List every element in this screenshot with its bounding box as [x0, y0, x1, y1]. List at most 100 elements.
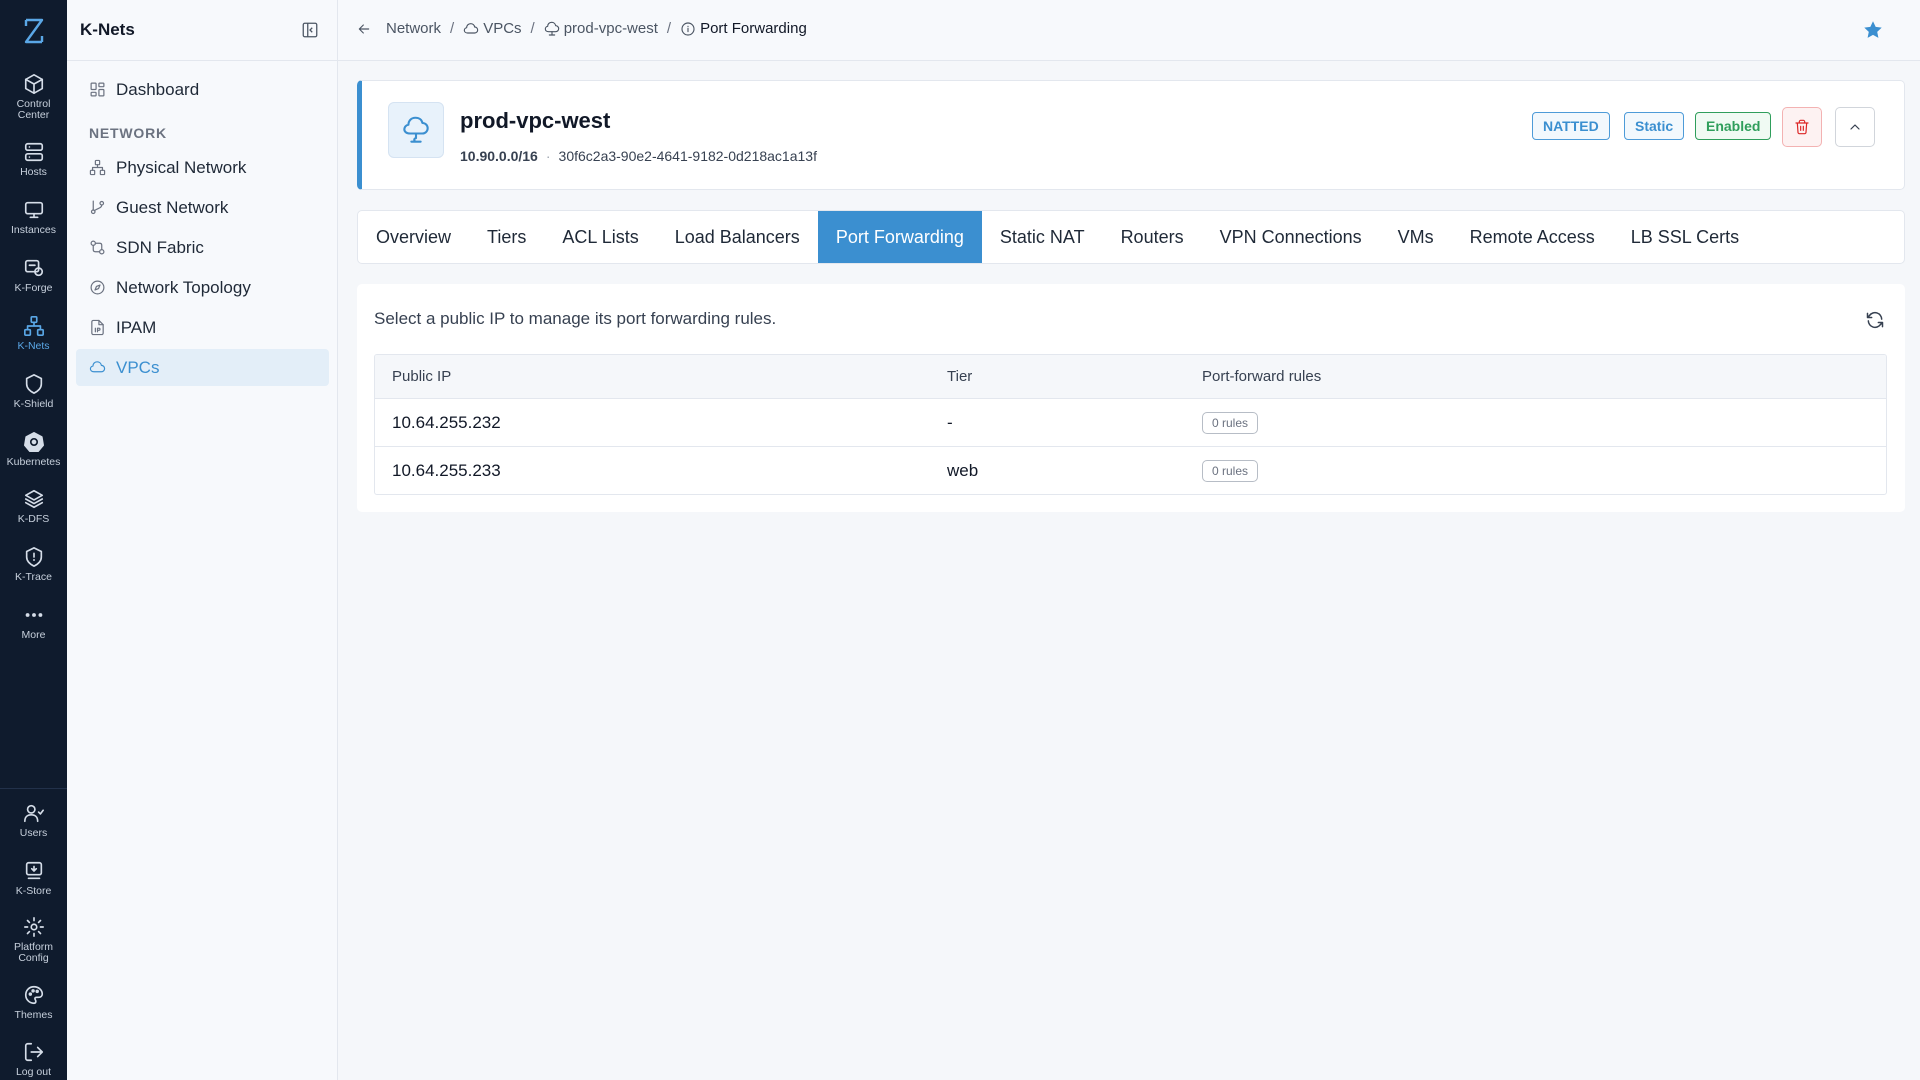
tab-tiers[interactable]: Tiers: [469, 211, 544, 263]
panel-instructions: Select a public IP to manage its port fo…: [374, 309, 777, 328]
static-badge: Static: [1624, 112, 1685, 140]
arrow-left-icon: [358, 23, 370, 34]
sidebar-item-label: Physical Network: [116, 157, 247, 177]
breadcrumb-label: VPCs: [483, 20, 522, 37]
breadcrumb-label: prod-vpc-west: [563, 20, 658, 37]
rail-hosts[interactable]: Hosts: [0, 141, 67, 178]
users-icon: [23, 804, 44, 823]
public-ip-cell: 10.64.255.233: [392, 460, 501, 480]
app-logo[interactable]: [0, 14, 67, 48]
cube-icon: [24, 74, 43, 94]
vpc-name: prod-vpc-west: [460, 108, 611, 133]
tab-overview[interactable]: Overview: [358, 211, 469, 263]
chevron-up-icon: [1850, 124, 1860, 130]
vpc-avatar: [388, 102, 444, 158]
trace-shield-icon: [25, 547, 42, 567]
tab-static-nat[interactable]: Static NAT: [982, 211, 1103, 263]
sidebar-toggle-icon: [302, 22, 318, 38]
breadcrumb-label: Network: [386, 20, 442, 37]
collapse-sidebar-button[interactable]: [301, 21, 319, 39]
sidebar-item-network-topology[interactable]: Network Topology: [76, 269, 329, 306]
rail-label: K-DFS: [17, 513, 50, 525]
rail-k-nets[interactable]: K-Nets: [0, 315, 67, 352]
rail-k-dfs[interactable]: K-DFS: [0, 488, 67, 525]
tab-load-balancers[interactable]: Load Balancers: [657, 211, 818, 263]
rail-label: K-Shield: [13, 398, 54, 410]
rail-label: Hosts: [20, 166, 47, 178]
collapse-card-button[interactable]: [1835, 107, 1875, 147]
refresh-icon: [1866, 311, 1884, 329]
sidebar-item-ipam[interactable]: IPAM: [76, 309, 329, 346]
rail-label: K-Forge: [14, 282, 53, 294]
meta-separator: ·: [545, 148, 551, 164]
shield-icon: [25, 374, 42, 394]
breadcrumb-separator: /: [530, 20, 535, 37]
sidebar-item-sdn-fabric[interactable]: SDN Fabric: [76, 229, 329, 266]
table-row[interactable]: 10.64.255.232 - 0 rules: [375, 398, 1886, 446]
rail-instances[interactable]: Instances: [0, 199, 67, 236]
sidebar: K-Nets Dashboard NETWORK Physical Networ…: [67, 0, 338, 1080]
rules-count-badge: 0 rules: [1202, 411, 1259, 434]
refresh-button[interactable]: [1865, 310, 1885, 330]
tab-vpn-connections[interactable]: VPN Connections: [1202, 211, 1380, 263]
cloud-icon: [89, 361, 106, 373]
tab-port-forwarding[interactable]: Port Forwarding: [817, 211, 982, 263]
route-icon: [90, 240, 105, 255]
rail-k-forge[interactable]: K-Forge: [0, 257, 67, 294]
sidebar-item-dashboard[interactable]: Dashboard: [76, 71, 329, 108]
tab-vms[interactable]: VMs: [1380, 211, 1452, 263]
store-icon: [25, 861, 42, 880]
rail-themes[interactable]: Themes: [0, 984, 67, 1021]
sidebar-item-label: Guest Network: [116, 197, 229, 217]
logo-icon: [24, 18, 43, 44]
tab-lb-ssl-certs[interactable]: LB SSL Certs: [1613, 211, 1757, 263]
rail-control-center[interactable]: Control Center: [0, 73, 67, 121]
tier-cell: web: [947, 460, 979, 480]
rail-label: Platform Config: [13, 941, 54, 964]
rail-label: Kubernetes: [6, 456, 61, 468]
favorite-button[interactable]: [1862, 19, 1884, 41]
branch-icon: [90, 200, 105, 215]
delete-vpc-button[interactable]: [1782, 107, 1822, 147]
sidebar-item-physical-network[interactable]: Physical Network: [76, 149, 329, 186]
sidebar-item-label: VPCs: [116, 357, 160, 377]
rail-label: More: [21, 629, 46, 641]
breadcrumb-vpc[interactable]: prod-vpc-west: [544, 20, 658, 37]
compass-icon: [90, 280, 105, 295]
back-button[interactable]: [356, 21, 372, 37]
rail-users[interactable]: Users: [0, 802, 67, 839]
rail-k-trace[interactable]: K-Trace: [0, 546, 67, 583]
app-rail: Control Center Hosts Instances K-Forge K…: [0, 0, 67, 1080]
vpc-header-card: prod-vpc-west 10.90.0.0/16 · 30f6c2a3-90…: [357, 80, 1905, 190]
ip-file-icon: [91, 319, 104, 336]
tab-remote-access[interactable]: Remote Access: [1452, 211, 1613, 263]
trash-icon: [1795, 119, 1809, 135]
rail-kubernetes[interactable]: Kubernetes: [0, 431, 67, 468]
public-ip-table: Public IP Tier Port-forward rules 10.64.…: [374, 354, 1887, 495]
rail-k-store[interactable]: K-Store: [0, 860, 67, 897]
palette-icon: [24, 985, 43, 1005]
rail-more[interactable]: More: [0, 604, 67, 641]
logout-icon: [24, 1042, 43, 1062]
rail-log-out[interactable]: Log out: [0, 1041, 67, 1078]
cloud-network-icon: [544, 21, 559, 36]
enabled-badge: Enabled: [1695, 112, 1772, 140]
tab-routers[interactable]: Routers: [1103, 211, 1202, 263]
tab-acl-lists[interactable]: ACL Lists: [544, 211, 656, 263]
layers-icon: [24, 489, 43, 509]
rail-divider: [0, 788, 67, 789]
rail-k-shield[interactable]: K-Shield: [0, 373, 67, 410]
sidebar-item-guest-network[interactable]: Guest Network: [76, 189, 329, 226]
sidebar-item-vpcs[interactable]: VPCs: [76, 349, 329, 386]
breadcrumb-vpcs[interactable]: VPCs: [463, 20, 522, 37]
rail-label: K-Trace: [15, 571, 52, 583]
table-header: Public IP Tier Port-forward rules: [375, 355, 1886, 398]
rules-cell: 0 rules: [1202, 399, 1259, 446]
forge-icon: [24, 259, 43, 277]
breadcrumb-network[interactable]: Network: [386, 20, 441, 37]
table-row[interactable]: 10.64.255.233 web 0 rules: [375, 446, 1886, 494]
rules-cell: 0 rules: [1202, 447, 1259, 494]
rail-label: K-Store: [15, 885, 52, 897]
sidebar-item-label: Network Topology: [116, 277, 251, 297]
rail-platform-config[interactable]: Platform Config: [0, 916, 67, 964]
